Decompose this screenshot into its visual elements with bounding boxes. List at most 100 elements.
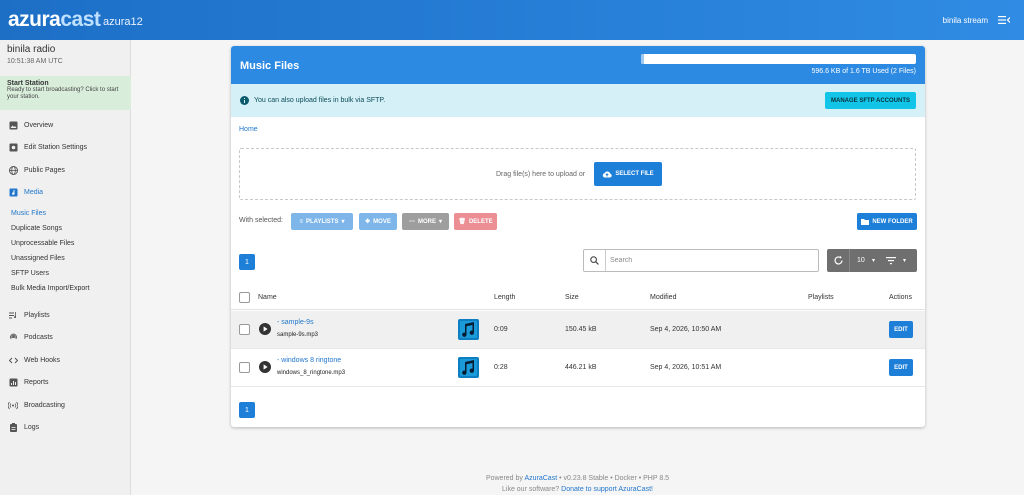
- menu-toggle-icon[interactable]: [998, 14, 1010, 26]
- logo-text-cast: cast: [60, 8, 101, 31]
- column-length[interactable]: Length: [494, 294, 515, 301]
- dropzone-text: Drag file(s) here to upload or: [496, 171, 586, 178]
- move-button[interactable]: ✥ MOVE: [359, 213, 397, 230]
- with-selected-label: With selected:: [239, 217, 283, 224]
- move-label: MOVE: [373, 218, 391, 225]
- sidebar-item-reports[interactable]: Reports: [0, 374, 131, 390]
- broadcast-icon: [8, 400, 18, 410]
- folder-icon: [861, 219, 870, 225]
- start-station-title: Start Station: [7, 80, 49, 87]
- sidebar-item-public-pages[interactable]: Public Pages: [0, 162, 131, 178]
- sidebar-item-label: Reports: [24, 378, 49, 386]
- storage-quota-fill: [641, 54, 644, 64]
- column-size[interactable]: Size: [565, 294, 579, 301]
- new-folder-button[interactable]: NEW FOLDER: [857, 213, 917, 230]
- chevron-down-icon: ▾: [872, 258, 876, 264]
- music-file-icon: [458, 357, 479, 378]
- select-all-checkbox[interactable]: [239, 292, 250, 303]
- station-tag: azura12: [103, 16, 143, 28]
- image-icon: [8, 120, 18, 130]
- settings-box-icon: [8, 142, 18, 152]
- play-circle-icon[interactable]: [259, 323, 271, 335]
- sidebar-sub-music-files[interactable]: Music Files: [11, 210, 46, 217]
- sidebar-item-label: Logs: [24, 423, 40, 431]
- delete-button[interactable]: 🗑 DELETE: [454, 213, 497, 230]
- play-circle-icon[interactable]: [259, 361, 271, 373]
- per-page-select[interactable]: 10: [857, 257, 865, 264]
- azuracast-logo[interactable]: azuracast: [8, 8, 101, 32]
- storage-quota-text: 596.6 KB of 1.6 TB Used (2 Files): [811, 68, 916, 75]
- edit-button[interactable]: EDIT: [889, 321, 913, 338]
- manage-sftp-accounts-button[interactable]: MANAGE SFTP ACCOUNTS: [824, 92, 916, 109]
- start-station-desc: Ready to start broadcasting? Click to st…: [7, 87, 119, 100]
- search-box: [583, 249, 819, 272]
- upload-dropzone[interactable]: Drag file(s) here to upload or SELECT FI…: [239, 148, 916, 200]
- sidebar-sub-duplicate-songs[interactable]: Duplicate Songs: [11, 225, 62, 232]
- footer-azuracast-link[interactable]: AzuraCast: [524, 475, 557, 482]
- delete-label: DELETE: [468, 218, 493, 225]
- footer-like-text: Like our software?: [502, 486, 560, 493]
- song-size: 150.45 kB: [565, 326, 597, 333]
- playlists-dropdown-button[interactable]: ≡ PLAYLISTS ▾: [291, 213, 353, 230]
- select-file-button[interactable]: SELECT FILE: [594, 162, 662, 186]
- user-menu-name[interactable]: binila stream: [943, 16, 988, 25]
- song-filename: sample-9s.mp3: [277, 332, 319, 338]
- storage-quota-bar: [641, 54, 916, 64]
- sidebar-item-podcasts[interactable]: Podcasts: [0, 329, 131, 345]
- sidebar-item-overview[interactable]: Overview: [0, 117, 131, 133]
- edit-button[interactable]: EDIT: [889, 359, 913, 376]
- breadcrumb-home[interactable]: Home: [239, 126, 258, 133]
- song-size: 446.21 kB: [565, 364, 597, 371]
- song-length: 0:28: [494, 364, 508, 371]
- row-checkbox[interactable]: [239, 324, 250, 335]
- tools-divider: [849, 249, 850, 272]
- music-file-icon: [458, 319, 479, 340]
- sidebar-item-media[interactable]: Media: [0, 184, 131, 200]
- row-checkbox[interactable]: [239, 362, 250, 373]
- more-dropdown-button[interactable]: ⋯ MORE ▾: [402, 213, 449, 230]
- column-name[interactable]: Name: [258, 294, 277, 301]
- table-tools: 10 ▾ ▾: [827, 249, 917, 272]
- queue-music-icon: [8, 310, 18, 320]
- column-modified[interactable]: Modified: [650, 294, 676, 301]
- new-folder-label: NEW FOLDER: [872, 218, 913, 225]
- sidebar-sub-unassigned-files[interactable]: Unassigned Files: [11, 255, 65, 262]
- sidebar-item-broadcasting[interactable]: Broadcasting: [0, 397, 131, 413]
- select-file-label: SELECT FILE: [615, 171, 654, 177]
- table-header: Name Length Size Modified Playlists Acti…: [231, 286, 925, 310]
- refresh-icon[interactable]: [833, 255, 844, 266]
- sidebar-item-label: Playlists: [24, 311, 50, 319]
- search-input[interactable]: [610, 254, 810, 267]
- chart-icon: [8, 377, 18, 387]
- sidebar-sub-unprocessable-files[interactable]: Unprocessable Files: [11, 240, 74, 247]
- pagination-page-1-bottom[interactable]: 1: [239, 402, 255, 418]
- sidebar-item-label: Public Pages: [24, 166, 65, 174]
- sidebar-sub-sftp-users[interactable]: SFTP Users: [11, 270, 49, 277]
- footer-version: • v0.23.8 Stable • Docker • PHP 8.5: [559, 475, 670, 482]
- filter-list-icon[interactable]: [886, 256, 896, 265]
- station-time: 10:51:38 AM UTC: [7, 58, 63, 65]
- column-playlists[interactable]: Playlists: [808, 294, 834, 301]
- sidebar: binila radio 10:51:38 AM UTC Start Stati…: [0, 40, 131, 495]
- logo-text-azura: azura: [8, 8, 61, 31]
- playlists-label: PLAYLISTS: [306, 218, 339, 225]
- sidebar-sub-bulk-import-export[interactable]: Bulk Media Import/Export: [11, 285, 90, 292]
- sidebar-item-edit-station-settings[interactable]: Edit Station Settings: [0, 139, 131, 155]
- top-bar: azuracast azura12 binila stream: [0, 0, 1024, 40]
- sidebar-item-web-hooks[interactable]: Web Hooks: [0, 352, 131, 368]
- sidebar-item-label: Web Hooks: [24, 356, 61, 364]
- sidebar-item-playlists[interactable]: Playlists: [0, 307, 131, 323]
- sftp-info-text: You can also upload files in bulk via SF…: [254, 97, 386, 104]
- card-header: Music Files 596.6 KB of 1.6 TB Used (2 F…: [231, 46, 925, 84]
- sidebar-item-label: Overview: [24, 121, 54, 129]
- sidebar-item-label: Edit Station Settings: [24, 143, 88, 151]
- pagination-page-1-top[interactable]: 1: [239, 254, 255, 270]
- song-title-link[interactable]: - sample-9s: [277, 319, 314, 326]
- sidebar-item-logs[interactable]: Logs: [0, 419, 131, 435]
- footer-donate-link[interactable]: Donate to support AzuraCast!: [561, 486, 653, 493]
- song-title-link[interactable]: - windows 8 ringtone: [277, 357, 341, 364]
- start-station-box[interactable]: Start Station Ready to start broadcastin…: [0, 76, 131, 110]
- trash-icon: 🗑: [458, 219, 466, 225]
- footer-donate: Like our software? Donate to support Azu…: [0, 486, 1024, 493]
- station-name: binila radio: [7, 44, 56, 55]
